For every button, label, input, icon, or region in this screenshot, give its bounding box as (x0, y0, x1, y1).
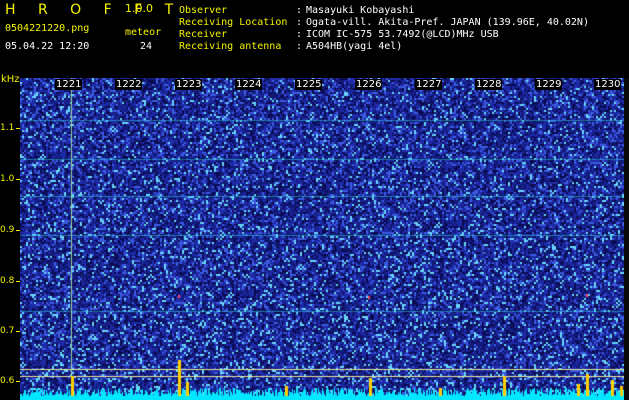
y-label-0.7: 0.7 (0, 326, 15, 336)
location-value: Ogata-vill. Akita-Pref. JAPAN (139.96E, … (306, 17, 589, 28)
time-label-1227: 1227 (415, 79, 443, 90)
header-panel: H R O F F T 1.0.0 0504221220.png meteor … (0, 0, 629, 78)
spectrogram-plot (20, 78, 624, 400)
time-label-1223: 1223 (175, 79, 203, 90)
time-label-1225: 1225 (295, 79, 323, 90)
antenna-sep: : (296, 41, 303, 52)
y-label-0.9: 0.9 (0, 225, 15, 235)
antenna-value: A504HB(yagi 4el) (306, 41, 403, 52)
location-label: Receiving Location (179, 17, 288, 28)
receiver-label: Receiver (179, 29, 228, 40)
frequency-axis: 1.1 1.0 0.9 0.8 0.7 0.6 (0, 78, 20, 400)
spectrogram-canvas (20, 78, 624, 400)
time-label-1224: 1224 (235, 79, 263, 90)
location-sep: : (296, 17, 303, 28)
frequency-unit: kHz (1, 74, 20, 85)
observation-datetime: 05.04.22 12:20 (5, 41, 90, 52)
y-label-1.1: 1.1 (0, 123, 15, 133)
file-name: 0504221220.png (5, 23, 90, 34)
observer-sep: : (296, 5, 303, 16)
antenna-label: Receiving antenna (179, 41, 282, 52)
y-label-0.6: 0.6 (0, 376, 15, 386)
time-label-1228: 1228 (475, 79, 503, 90)
time-label-1222: 1222 (115, 79, 143, 90)
time-label-1226: 1226 (355, 79, 383, 90)
app-version: 1.0.0 (125, 2, 153, 15)
observer-label: Observer (179, 5, 228, 16)
meteor-label: meteor (125, 27, 162, 38)
y-label-1.0: 1.0 (0, 174, 15, 184)
receiver-value: ICOM IC-575 53.7492(@LCD)MHz USB (306, 29, 499, 40)
time-label-1229: 1229 (535, 79, 563, 90)
y-label-0.8: 0.8 (0, 276, 15, 286)
app-brand: H R O F F T (5, 2, 183, 18)
plot-right-edge (624, 78, 629, 400)
meteor-count: 24 (140, 41, 153, 52)
observer-value: Masayuki Kobayashi (306, 5, 415, 16)
time-label-1221: 1221 (55, 79, 83, 90)
receiver-sep: : (296, 29, 303, 40)
time-label-1230: 1230 (594, 79, 622, 90)
